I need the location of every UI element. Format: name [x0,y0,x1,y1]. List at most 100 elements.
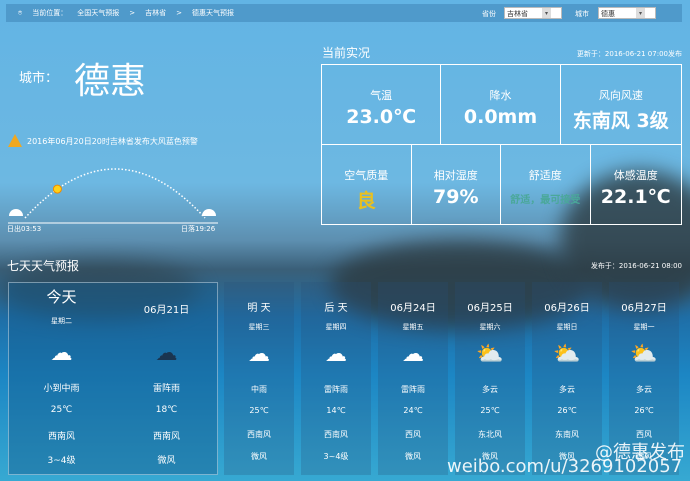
forecast-day[interactable]: 06月25日 星期六 ⛅ 多云 25℃ 东北风 微风 [455,282,525,475]
weekday: 星期六 [479,323,501,331]
value: 东南风 3级 [572,110,669,132]
chevron-down-icon: ▾ [542,8,551,18]
humidity-cell: 相对湿度 79% [412,145,501,224]
city-value: 德惠 [601,10,615,18]
sun-icon [52,184,62,194]
force: 3~4级 [47,456,76,466]
forecast-title: 七天天气预报 [7,259,80,273]
province-value: 吉林省 [507,10,528,18]
temp: 18℃ [155,405,178,415]
precipitation-cell: 降水 0.0mm [441,65,561,145]
day-label: 06月27日 [621,303,667,314]
forecast-day[interactable]: 后 天 星期四 ☁ 雷阵雨 14℃ 西南风 3~4级 [301,282,371,475]
weather: 小到中雨 [43,384,80,394]
wind: 西南风 [152,432,180,442]
weekday: 星期五 [402,323,424,331]
value: 良 [356,190,376,212]
label: 相对湿度 [433,169,478,182]
breadcrumb-city: 德惠天气预报 [191,9,234,17]
force: 微风 [157,456,176,466]
value: 22.1℃ [600,186,671,208]
location-icon: ⌾ [18,8,23,17]
wind: 西南风 [324,430,348,439]
comfort-cell: 舒适度 舒适，最可接受 [501,145,591,224]
temp: 25℃ [50,405,73,415]
label: 舒适度 [528,169,562,182]
value: 79% [433,186,479,208]
weekday: 星期二 [51,317,72,325]
date: 06月21日 [143,305,190,316]
day-label: 06月25日 [467,303,513,314]
partly-cloudy-icon: ⛅ [553,342,581,367]
temp: 25℃ [480,406,500,415]
forecast-published: 发布于：2016-06-21 08:00 [590,262,682,270]
thunder-rain-icon: ☁ [402,342,424,367]
alert-text[interactable]: 2016年06月20日20时吉林省发布大风蓝色预警 [27,136,198,147]
province-label: 省份 [482,10,496,18]
value: 23.0℃ [346,106,417,128]
temperature-cell: 气温 23.0℃ [322,65,442,145]
weather: 多云 [482,385,498,394]
label: 空气质量 [344,169,389,182]
rain-cloud-icon: ☁ [50,341,73,366]
rain-cloud-icon: ☁ [248,342,270,367]
province-select[interactable]: 吉林省 ▾ [504,7,562,19]
wind: 西南风 [47,432,75,442]
wind: 东北风 [478,430,502,439]
watermark-url: weibo.com/u/3269102057 [447,456,683,477]
wind: 东南风 [555,430,579,439]
forecast-day[interactable]: 06月26日 星期日 ⛅ 多云 26℃ 东南风 微风 [532,282,602,475]
forecast-day[interactable]: 明 天 星期三 ☁ 中雨 25℃ 西南风 微风 [224,282,294,475]
city-select[interactable]: 德惠 ▾ [598,7,656,19]
weather: 雷阵雨 [324,385,348,394]
breadcrumb-national[interactable]: 全国天气预报 [77,8,119,18]
wind: 西风 [405,430,421,439]
day-label: 06月26日 [544,303,590,314]
city-label: 城市 [575,10,589,18]
weather: 多云 [559,385,575,394]
wind-cell: 风向风速东南风 3级 [560,65,682,145]
label: 风向风速 [598,89,643,102]
force: 3~4级 [323,452,349,461]
temp: 24℃ [403,406,423,415]
thunder-rain-icon: ☁ [155,341,178,366]
day-label: 明 天 [247,303,271,314]
label: 体感温度 [613,169,658,182]
current-updated: 更新于：2016-06-21 07:00发布 [576,50,682,58]
breadcrumb-label: 当前位置： [32,9,68,17]
temp: 26℃ [557,406,577,415]
value: 0.0mm [463,106,538,128]
temp: 14℃ [326,406,346,415]
breadcrumb-bar: ⌾ 当前位置： 全国天气预报 > 吉林省 > 德惠天气预报 省份 吉林省 ▾ 城市 德… [6,4,682,22]
weekday: 星期三 [248,323,270,331]
weekday: 星期日 [556,323,578,331]
force: 微风 [251,452,267,461]
wind: 西南风 [247,430,271,439]
label: 降水 [489,89,512,102]
sun-arc [8,168,218,224]
partly-cloudy-icon: ⛅ [476,342,504,367]
weather: 雷阵雨 [152,384,180,394]
weather: 中雨 [251,385,267,394]
sunset-time: 日落19:26 [181,225,216,233]
sunset-icon [202,209,216,216]
sep: > [129,9,136,17]
day-label: 后 天 [324,303,348,314]
sunrise-icon [9,209,23,216]
weekday: 星期一 [633,323,655,331]
temp: 26℃ [634,406,654,415]
warning-icon [8,134,22,147]
air-quality-cell: 空气质量良 [322,145,412,224]
force: 微风 [405,452,421,461]
label: 气温 [370,89,393,102]
weekday: 星期四 [325,323,347,331]
day-label: 今天 [46,288,77,306]
breadcrumb-province[interactable]: 吉林省 [145,8,166,18]
thunder-rain-icon: ☁ [325,342,347,367]
temp: 25℃ [249,406,269,415]
chevron-down-icon: ▾ [636,8,645,18]
current-title: 当前实况 [322,46,371,60]
forecast-day[interactable]: 06月24日 星期五 ☁ 雷阵雨 24℃ 西风 微风 [378,282,448,475]
today-forecast[interactable]: 今天 星期二 ☁ 小到中雨 25℃ 西南风 3~4级 06月21日 ☁ 雷阵雨 … [8,282,218,475]
partly-cloudy-icon: ⛅ [630,342,658,367]
